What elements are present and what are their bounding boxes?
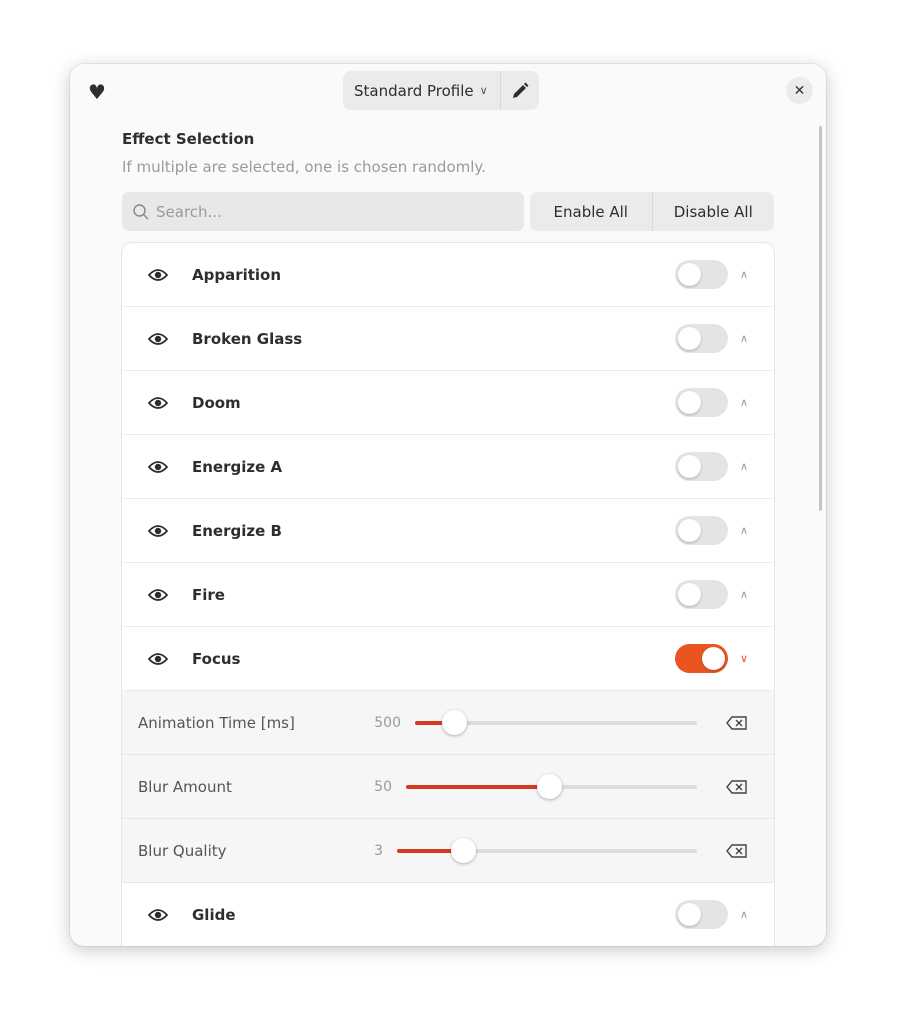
scrollbar[interactable] [819, 126, 822, 511]
enable-all-button[interactable]: Enable All [530, 192, 652, 231]
effect-row[interactable]: Broken Glass ∧ [122, 307, 774, 371]
reset-icon[interactable] [726, 843, 748, 858]
toggle-knob [678, 519, 701, 542]
effect-toggle[interactable] [675, 388, 728, 417]
pencil-icon [512, 82, 529, 98]
slider-handle[interactable] [442, 709, 468, 735]
toggle-knob [678, 583, 701, 606]
setting-value: 500 [374, 714, 401, 731]
setting-value: 50 [374, 778, 392, 795]
profile-dropdown[interactable]: Standard Profile ∨ [343, 71, 501, 110]
effect-toggle[interactable] [675, 324, 728, 353]
slider-handle[interactable] [451, 837, 476, 863]
chevron-down-icon[interactable]: ∨ [740, 652, 748, 665]
effect-row[interactable]: Energize A ∧ [122, 435, 774, 499]
setting-row: Blur Quality 3 [122, 819, 774, 883]
effects-list: Apparition ∧ Broken Glass ∧ Doom ∧ Energize… [122, 243, 774, 946]
effects-window: ♥ Standard Profile ∨ ✕ Effect Selection I… [70, 64, 826, 946]
effect-toggle[interactable] [675, 900, 728, 929]
toggle-knob [678, 391, 701, 414]
toggle-knob [678, 327, 701, 350]
setting-slider[interactable] [397, 837, 697, 863]
search-field[interactable] [122, 192, 524, 231]
eye-icon[interactable] [148, 396, 168, 410]
effect-name: Energize A [192, 457, 283, 476]
close-button[interactable]: ✕ [786, 77, 813, 104]
edit-profile-button[interactable] [501, 71, 539, 110]
effect-name: Apparition [192, 265, 282, 284]
effect-name: Doom [192, 393, 241, 412]
section-title: Effect Selection [122, 130, 255, 148]
effect-row[interactable]: Apparition ∧ [122, 243, 774, 307]
chevron-up-icon[interactable]: ∧ [740, 588, 748, 601]
eye-icon[interactable] [148, 460, 168, 474]
heart-icon[interactable]: ♥ [88, 80, 106, 104]
effect-row[interactable]: Doom ∧ [122, 371, 774, 435]
setting-slider[interactable] [415, 709, 697, 735]
toggle-knob [702, 647, 725, 670]
eye-icon[interactable] [148, 268, 168, 282]
effect-toggle[interactable] [675, 644, 728, 673]
effect-toggle[interactable] [675, 260, 728, 289]
effect-row[interactable]: Fire ∧ [122, 563, 774, 627]
section-subtitle: If multiple are selected, one is chosen … [122, 158, 486, 176]
search-icon [133, 203, 149, 219]
close-icon: ✕ [793, 82, 806, 99]
setting-row: Blur Amount 50 [122, 755, 774, 819]
toggle-knob [678, 455, 701, 478]
chevron-up-icon[interactable]: ∧ [740, 908, 748, 921]
effect-name: Fire [192, 585, 225, 604]
effect-row[interactable]: Energize B ∧ [122, 499, 774, 563]
profile-selector: Standard Profile ∨ [343, 71, 539, 110]
effect-name: Energize B [192, 521, 282, 540]
chevron-up-icon[interactable]: ∧ [740, 396, 748, 409]
toggle-knob [678, 263, 701, 286]
chevron-up-icon[interactable]: ∧ [740, 268, 748, 281]
setting-label: Blur Quality [138, 841, 227, 860]
search-input[interactable] [156, 202, 506, 221]
eye-icon[interactable] [148, 908, 168, 922]
eye-icon[interactable] [148, 588, 168, 602]
eye-icon[interactable] [148, 524, 168, 538]
effect-toggle[interactable] [675, 516, 728, 545]
setting-label: Blur Amount [138, 777, 232, 796]
setting-label: Animation Time [ms] [138, 713, 295, 732]
chevron-up-icon[interactable]: ∧ [740, 332, 748, 345]
effect-name: Focus [192, 649, 241, 668]
effect-row[interactable]: Focus ∨ [122, 627, 774, 691]
slider-handle[interactable] [536, 773, 562, 799]
eye-icon[interactable] [148, 652, 168, 666]
chevron-down-icon: ∨ [479, 84, 488, 97]
profile-name: Standard Profile [354, 81, 474, 100]
reset-icon[interactable] [726, 779, 748, 794]
eye-icon[interactable] [148, 332, 168, 346]
slider-fill [406, 784, 549, 789]
reset-icon[interactable] [726, 715, 748, 730]
bulk-actions: Enable All Disable All [530, 192, 774, 231]
effect-toggle[interactable] [675, 452, 728, 481]
effect-name: Broken Glass [192, 329, 303, 348]
effect-toggle[interactable] [675, 580, 728, 609]
effect-name: Glide [192, 905, 236, 924]
setting-slider[interactable] [406, 773, 697, 799]
chevron-up-icon[interactable]: ∧ [740, 524, 748, 537]
effect-row[interactable]: Glide ∧ [122, 883, 774, 946]
chevron-up-icon[interactable]: ∧ [740, 460, 748, 473]
toggle-knob [678, 903, 701, 926]
disable-all-button[interactable]: Disable All [651, 192, 775, 231]
setting-value: 3 [374, 842, 383, 859]
setting-row: Animation Time [ms] 500 [122, 691, 774, 755]
